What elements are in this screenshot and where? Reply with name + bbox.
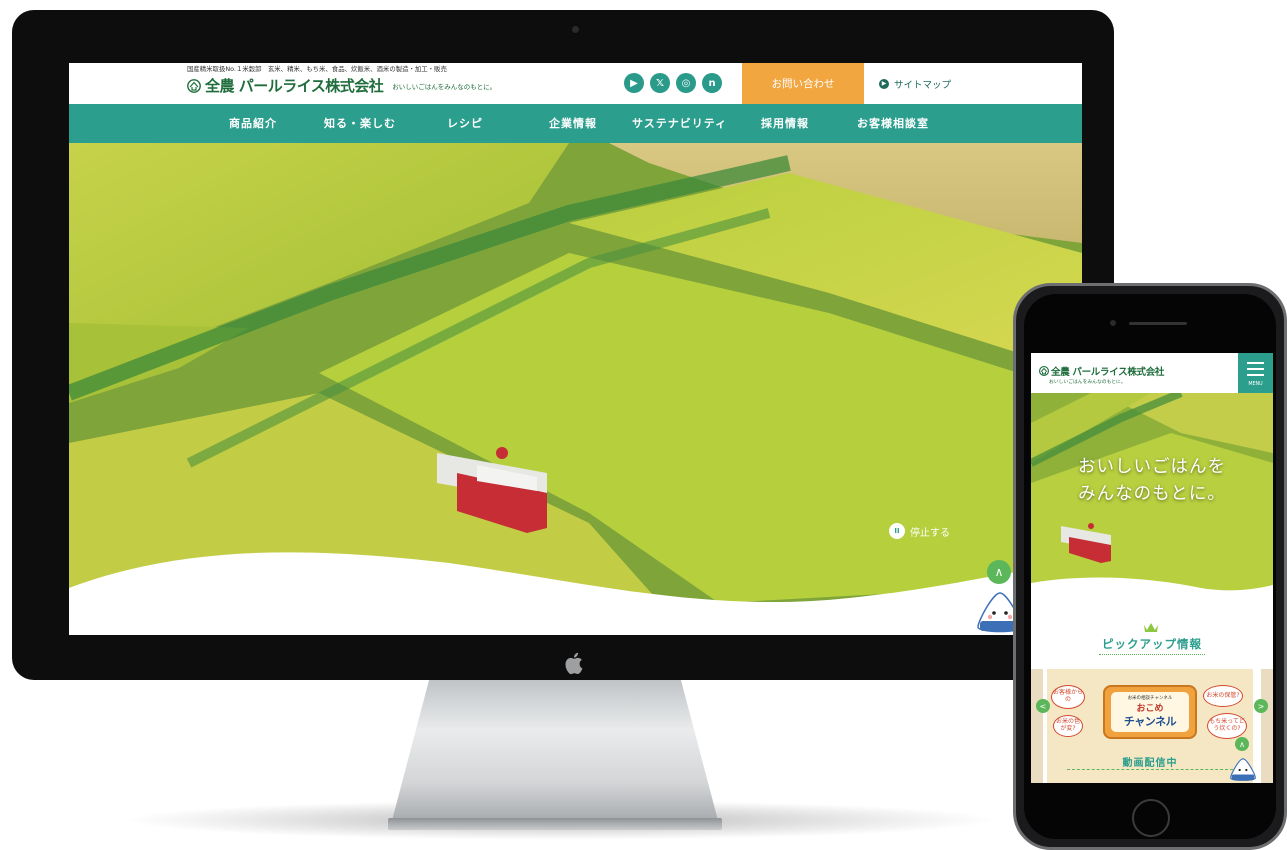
next-slide-peek: [1261, 669, 1273, 783]
nav-item-sustainability[interactable]: サステナビリティ: [632, 104, 727, 143]
hamburger-menu-button[interactable]: MENU: [1238, 353, 1273, 393]
speech-bubble: もち米ってどう炊くの?: [1207, 713, 1247, 739]
pickup-section-title: ピックアップ情報: [1102, 637, 1202, 651]
hamburger-icon: [1247, 362, 1264, 364]
tv-illustration: お米の相談チャンネル おこめ チャンネル: [1103, 685, 1197, 739]
ja-logo-icon: [1039, 366, 1049, 376]
camera-icon: [572, 26, 579, 33]
mobile-hero: おいしいごはんを みんなのもとに。: [1031, 393, 1273, 608]
sitemap-label: サイトマップ: [894, 79, 952, 91]
hero-slideshow: II 停止する ∧: [69, 143, 1082, 635]
nav-item-products[interactable]: 商品紹介: [229, 104, 277, 143]
logo-subtitle: おいしいごはんをみんなのもとに。: [392, 82, 497, 91]
global-nav: 商品紹介 知る・楽しむ レシピ 企業情報 サステナビリティ 採用情報 お客様相談…: [69, 104, 1082, 143]
apple-logo-icon: [565, 652, 583, 675]
front-camera-icon: [1110, 320, 1116, 326]
carousel-prev-button[interactable]: <: [1036, 699, 1050, 713]
crown-icon: [1144, 623, 1158, 632]
site-header: 国産精米取扱No.１米穀卸 玄米、精米、もち米、食品、炊飯米、酒米の製造・加工・…: [69, 63, 1082, 104]
sitemap-link[interactable]: ▶ サイトマップ: [879, 63, 951, 104]
home-button: [1132, 799, 1170, 837]
speech-bubble: お客様からの: [1051, 685, 1085, 709]
hero-copy-line-2: みんなのもとに。: [1078, 484, 1226, 504]
instagram-icon[interactable]: ◎: [676, 73, 696, 93]
menu-label: MENU: [1248, 382, 1263, 387]
imac-foot: [388, 818, 722, 830]
mobile-website: 全農 パールライス株式会社 おいしいごはんをみんなのもとに。 MENU おいしい…: [1031, 353, 1273, 783]
speech-bubble: お米の色が変?: [1053, 715, 1083, 737]
rice-field-image: [69, 143, 1082, 635]
contact-button[interactable]: お問い合わせ: [742, 63, 864, 104]
mobile-site-logo[interactable]: 全農 パールライス株式会社: [1039, 364, 1164, 378]
hero-copy-line-1: おいしいごはんを: [1078, 457, 1226, 477]
title-underline: [1099, 654, 1205, 655]
nav-item-company[interactable]: 企業情報: [549, 104, 597, 143]
ja-logo-icon: [187, 78, 201, 93]
imac-stand: [390, 678, 720, 828]
logo-text: 全農 パールライス株式会社: [205, 77, 384, 95]
x-icon[interactable]: 𝕏: [650, 73, 670, 93]
site-tagline: 国産精米取扱No.１米穀卸 玄米、精米、もち米、食品、炊飯米、酒米の製造・加工・…: [187, 65, 447, 73]
channel-name: チャンネル: [1123, 715, 1177, 728]
pause-label: 停止する: [910, 527, 950, 539]
pause-slideshow-button[interactable]: II 停止する: [889, 523, 950, 539]
nav-item-recruit[interactable]: 採用情報: [761, 104, 809, 143]
back-to-top-button[interactable]: ∧: [987, 560, 1011, 584]
mobile-logo-subtitle: おいしいごはんをみんなのもとに。: [1049, 380, 1126, 385]
status-underline: [1067, 769, 1233, 770]
nav-item-learn-enjoy[interactable]: 知る・楽しむ: [324, 104, 396, 143]
prev-slide-peek: [1031, 669, 1043, 783]
pickup-banner-okome-channel[interactable]: お客様からの お米の色が変? お米の保管? もち米ってどう炊くの? お米の相談チ…: [1047, 669, 1253, 783]
nav-item-customer-support[interactable]: お客様相談室: [857, 104, 929, 143]
mobile-logo-text: 全農 パールライス株式会社: [1051, 367, 1165, 378]
play-circle-icon: ▶: [879, 78, 889, 89]
iphone-frame: 全農 パールライス株式会社 おいしいごはんをみんなのもとに。 MENU おいしい…: [1013, 283, 1287, 850]
nav-item-recipes[interactable]: レシピ: [447, 104, 483, 143]
mobile-back-to-top-button[interactable]: ∧: [1235, 737, 1249, 751]
desktop-website: 国産精米取扱No.１米穀卸 玄米、精米、もち米、食品、炊飯米、酒米の製造・加工・…: [69, 63, 1082, 635]
pause-icon: II: [889, 523, 905, 539]
speech-bubble: お米の保管?: [1203, 685, 1243, 707]
youtube-icon[interactable]: ▶: [624, 73, 644, 93]
video-status-label: 動画配信中: [1122, 758, 1178, 769]
imac-bezel: 国産精米取扱No.１米穀卸 玄米、精米、もち米、食品、炊飯米、酒米の製造・加工・…: [12, 10, 1114, 680]
mobile-rice-ball-mascot-icon: [1230, 758, 1256, 781]
speaker-grille: [1129, 322, 1187, 325]
social-links: ▶ 𝕏 ◎ n: [624, 73, 722, 93]
site-logo[interactable]: 全農 パールライス株式会社 おいしいごはんをみんなのもとに。: [187, 75, 496, 96]
carousel-next-button[interactable]: >: [1254, 699, 1268, 713]
device-mockup-stage: 国産精米取扱No.１米穀卸 玄米、精米、もち米、食品、炊飯米、酒米の製造・加工・…: [0, 0, 1287, 850]
mobile-header: 全農 パールライス株式会社 おいしいごはんをみんなのもとに。 MENU: [1031, 353, 1273, 393]
note-icon[interactable]: n: [702, 73, 722, 93]
